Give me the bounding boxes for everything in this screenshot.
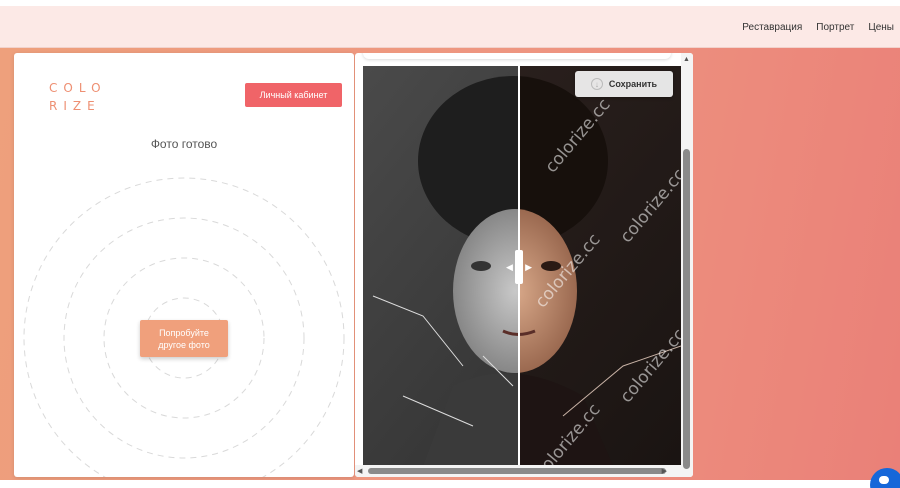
nav-link-portrait[interactable]: Портрет: [816, 22, 854, 33]
compare-slider-handle[interactable]: ◀ ▶: [506, 250, 532, 284]
top-pill: [363, 53, 671, 59]
try-another-photo-button[interactable]: Попробуйте другое фото: [140, 320, 228, 357]
navbar: Реставрация Портрет Цены: [0, 6, 900, 48]
save-button[interactable]: ↓ Сохранить: [575, 71, 673, 97]
handle-left-arrow-icon: ◀: [506, 261, 513, 272]
vertical-scroll-thumb[interactable]: [683, 149, 690, 469]
logo-line-2: RIZE: [49, 99, 101, 113]
personal-account-button[interactable]: Личный кабинет: [245, 83, 342, 107]
logo[interactable]: COLO RIZE: [49, 79, 109, 115]
save-icon: ↓: [590, 78, 603, 90]
bottom-strip: [0, 480, 900, 488]
save-button-label: Сохранить: [608, 79, 658, 89]
decorative-rings: [23, 177, 345, 477]
handle-bar: [515, 250, 523, 284]
scroll-right-arrow-icon[interactable]: ▶: [662, 467, 667, 475]
before-after-photo[interactable]: colorize.cc colorize.cc colorize.cc colo…: [363, 66, 681, 466]
chat-icon[interactable]: [870, 468, 900, 488]
logo-line-1: COLO: [49, 81, 107, 95]
left-panel: COLO RIZE Личный кабинет Фото готово Поп…: [14, 53, 354, 477]
status-title: Фото готово: [150, 137, 218, 151]
handle-right-arrow-icon: ▶: [525, 261, 532, 272]
nav-link-restoration[interactable]: Реставрация: [742, 22, 802, 33]
result-viewer-panel: colorize.cc colorize.cc colorize.cc colo…: [355, 53, 693, 477]
nav-links: Реставрация Портрет Цены: [742, 22, 894, 33]
scroll-left-arrow-icon[interactable]: ◀: [357, 467, 362, 475]
chat-bubble-glyph: [879, 476, 889, 484]
try-button-line-1: Попробуйте: [159, 327, 209, 338]
nav-link-prices[interactable]: Цены: [868, 22, 894, 33]
horizontal-scrollbar[interactable]: ◀ ▶: [355, 465, 681, 477]
vertical-scrollbar[interactable]: ▲: [681, 53, 693, 477]
try-button-line-2: другое фото: [158, 339, 210, 350]
scroll-up-arrow-icon[interactable]: ▲: [683, 56, 690, 63]
horizontal-scroll-thumb[interactable]: [368, 468, 666, 474]
